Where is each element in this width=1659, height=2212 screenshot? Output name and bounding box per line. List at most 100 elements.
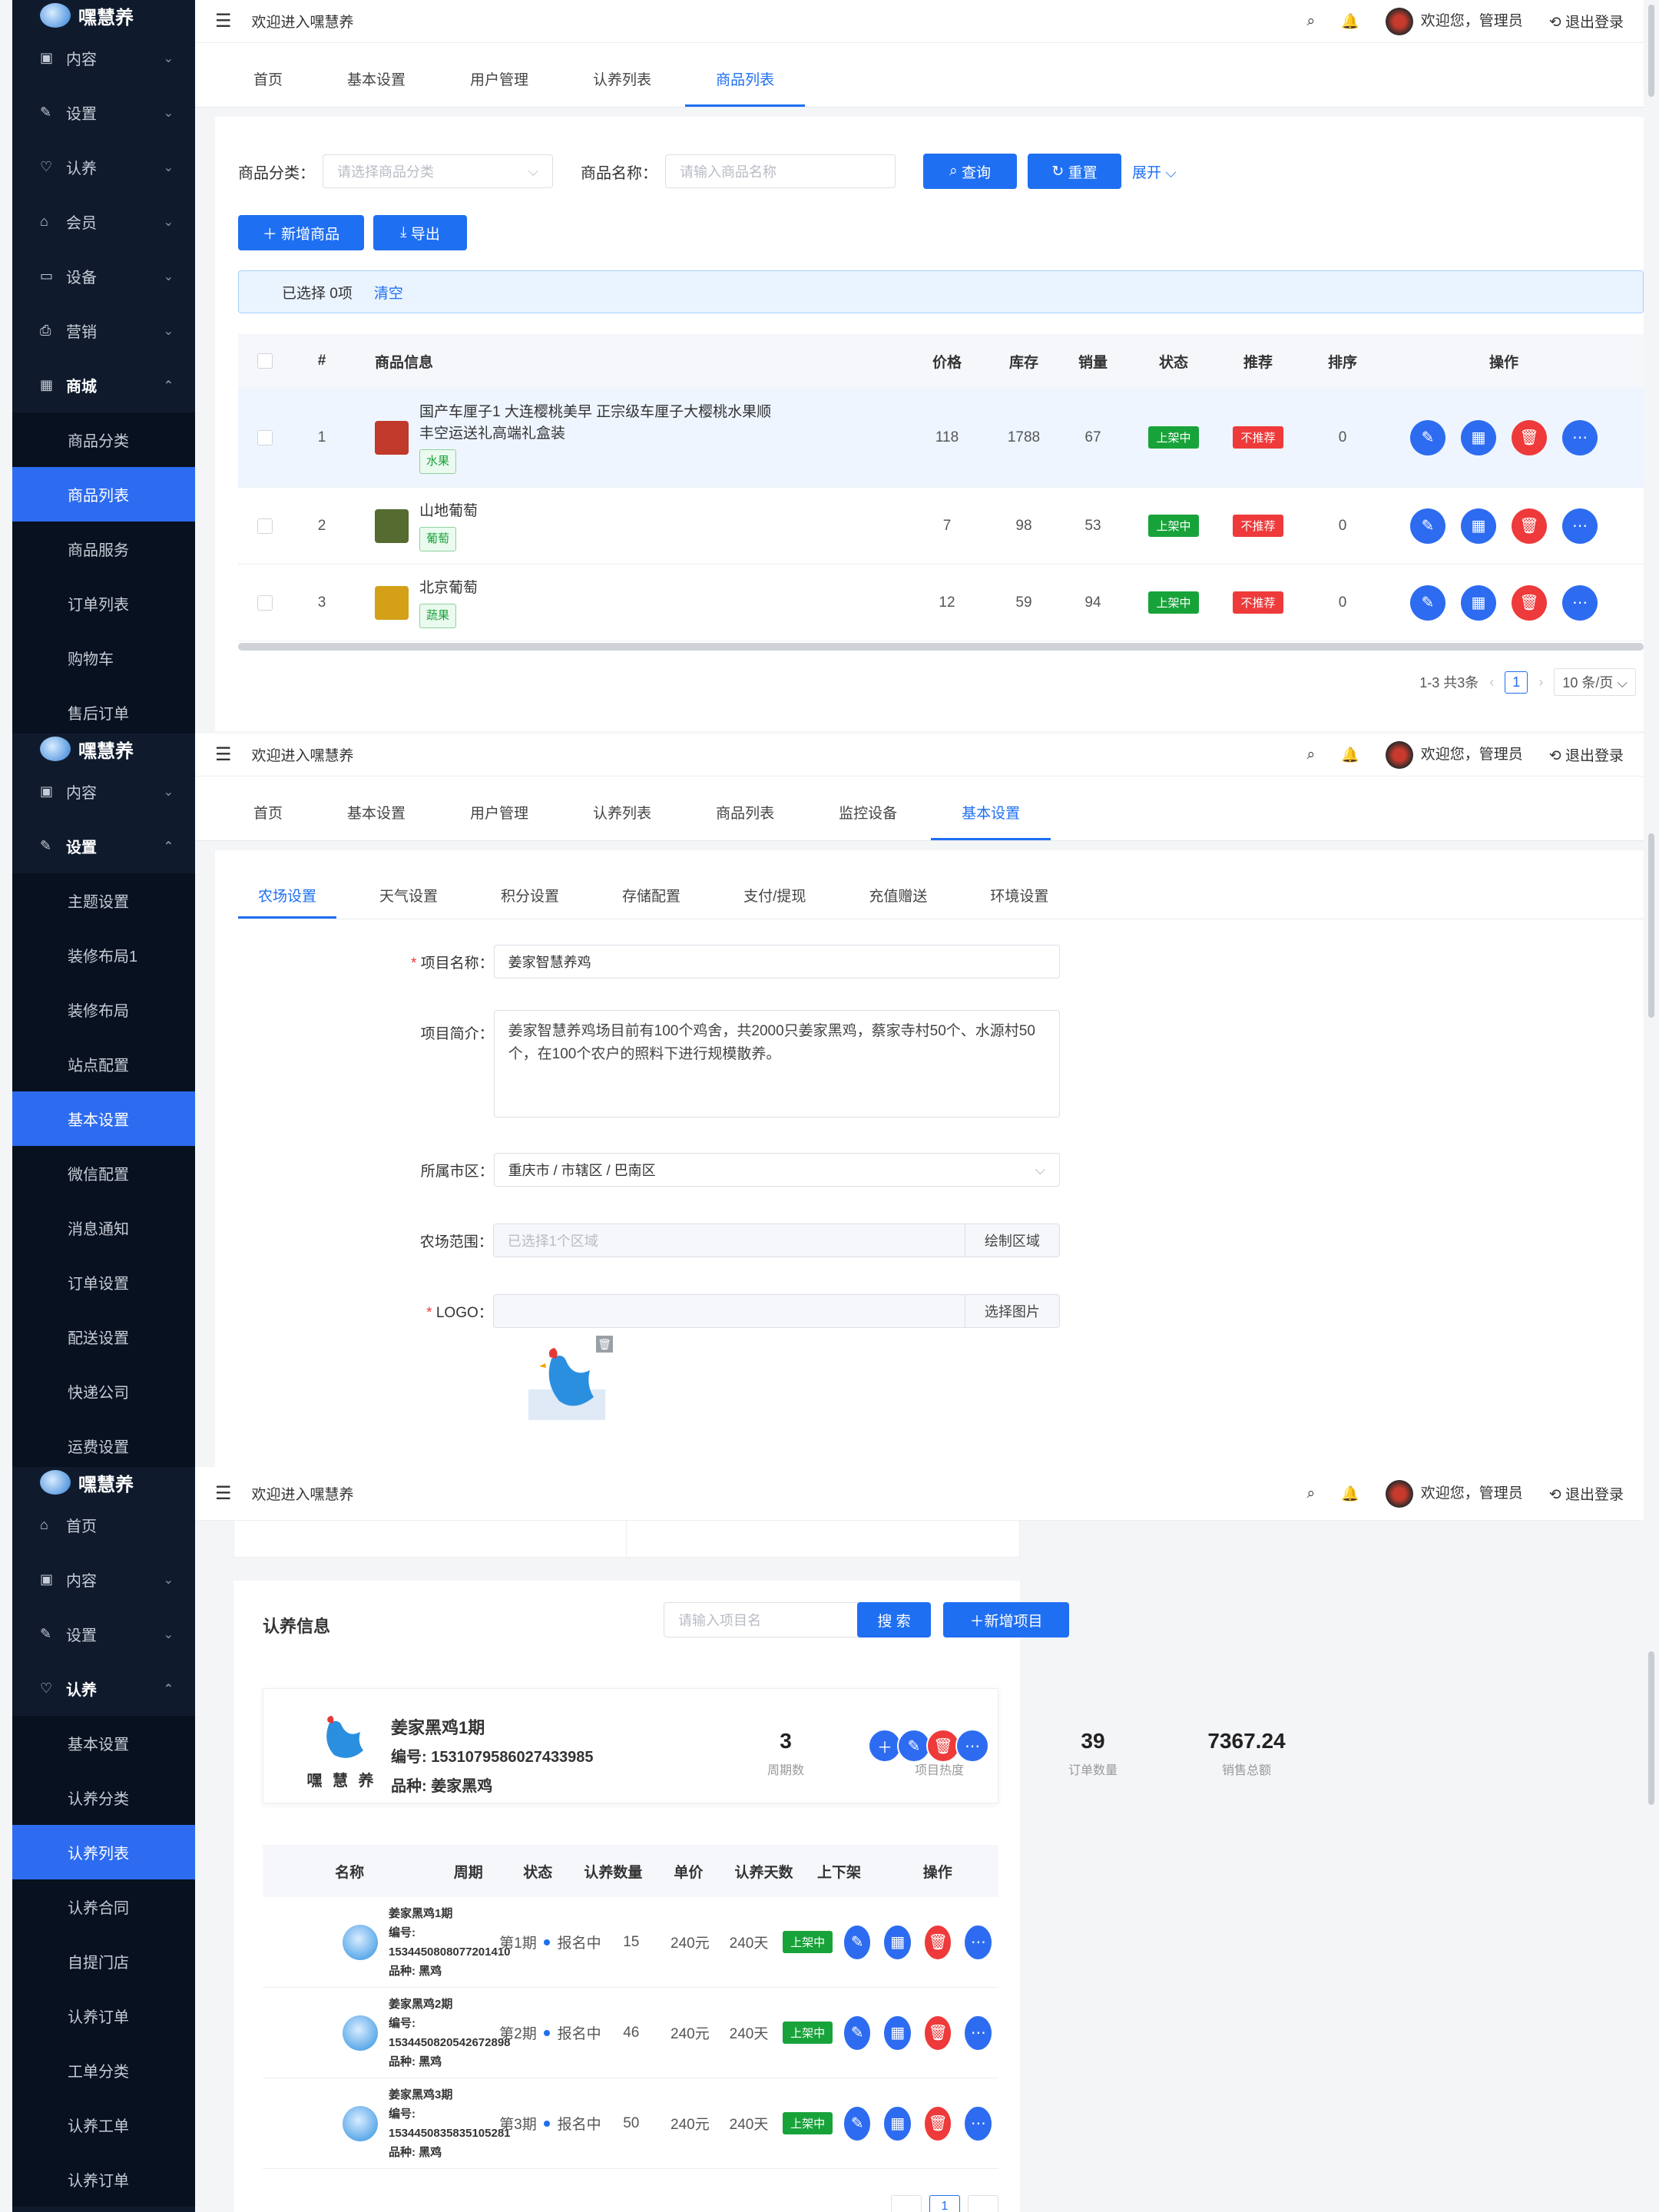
sidebar-item-home[interactable]: ⌂ 首页 bbox=[12, 1498, 195, 1552]
shelf-badge[interactable]: 上架中 bbox=[783, 1931, 833, 1953]
page-scrollbar[interactable] bbox=[1648, 833, 1654, 1018]
sidebar-item-image[interactable]: ▣ 内容 ⌄ bbox=[12, 1552, 195, 1607]
edit-button[interactable]: ✎ bbox=[1410, 508, 1445, 544]
delete-button[interactable]: 🗑 bbox=[924, 2015, 952, 2050]
sidebar-subitem[interactable]: 购物车 bbox=[12, 631, 195, 685]
project-search-input[interactable]: 请输入项目名 bbox=[664, 1602, 869, 1637]
qr-code-button[interactable]: ▦ bbox=[1461, 508, 1496, 544]
category-select[interactable]: 请选择商品分类 ⌵ bbox=[323, 154, 553, 188]
row-checkbox[interactable] bbox=[257, 518, 273, 534]
row-checkbox[interactable] bbox=[257, 594, 273, 611]
export-button[interactable]: ⤓ 导出 bbox=[373, 215, 467, 250]
delete-button[interactable]: 🗑 bbox=[1512, 419, 1547, 455]
table-row[interactable]: 姜家黑鸡1期 编号: 1534450808077201410 品种: 黑鸡 第1期 报名… bbox=[263, 1897, 998, 1988]
more-button[interactable]: ⋯ bbox=[1562, 508, 1598, 544]
tab-item[interactable]: 基本设置 bbox=[316, 68, 436, 107]
sidebar-subitem[interactable]: 商品分类 bbox=[12, 412, 195, 467]
sidebar-item-store[interactable]: ▦ 商城 ⌃ bbox=[12, 358, 195, 412]
region-select[interactable]: 重庆市 / 市辖区 / 巴南区 ⌵ bbox=[493, 1153, 1060, 1187]
sidebar-subitem[interactable]: 微信配置 bbox=[12, 1146, 195, 1200]
sidebar-subitem[interactable]: 工单分类 bbox=[12, 2043, 195, 2098]
edit-button[interactable]: ✎ bbox=[843, 2015, 871, 2050]
qr-code-button[interactable]: ▦ bbox=[884, 2015, 911, 2050]
sidebar-subitem[interactable]: 认养合同 bbox=[12, 1879, 195, 1934]
table-row[interactable]: 2 山地葡萄 葡萄 7 98 53 上架中 不推荐 0 ✎ ▦ 🗑 ⋯ bbox=[238, 488, 1644, 565]
sidebar-subitem[interactable]: 运费设置 bbox=[12, 1419, 195, 1467]
sidebar-item-member[interactable]: ⌂ 会员 ⌄ bbox=[12, 194, 195, 249]
settings-subtab[interactable]: 支付/提现 bbox=[724, 885, 826, 919]
sidebar-subitem[interactable]: 认养工单 bbox=[12, 2098, 195, 2152]
recommend-badge[interactable]: 不推荐 bbox=[1233, 515, 1283, 537]
select-all-checkbox[interactable] bbox=[257, 353, 273, 369]
tab-item[interactable]: 监控设备 bbox=[808, 802, 928, 840]
sidebar-subitem[interactable]: 主题设置 bbox=[12, 873, 195, 928]
tab-item[interactable]: 认养列表 bbox=[562, 68, 682, 107]
sidebar-item-device[interactable]: ▭ 设备 ⌄ bbox=[12, 249, 195, 303]
tab-item[interactable]: 首页 bbox=[223, 68, 313, 107]
qr-code-button[interactable]: ▦ bbox=[1461, 584, 1496, 621]
row-checkbox[interactable] bbox=[257, 429, 273, 445]
product-name[interactable]: 国产车厘子1 大连樱桃美早 正宗级车厘子大樱桃水果顺丰空运送礼高端礼盒装 bbox=[419, 402, 780, 445]
sidebar-subitem[interactable]: 配送设置 bbox=[12, 1310, 195, 1364]
product-name[interactable]: 北京葡萄 bbox=[419, 578, 478, 599]
page-scrollbar[interactable] bbox=[1648, 1651, 1654, 1805]
menu-toggle-icon[interactable]: ☰ bbox=[215, 10, 232, 32]
settings-subtab[interactable]: 存储配置 bbox=[602, 885, 700, 919]
edit-button[interactable]: ✎ bbox=[843, 1925, 871, 1959]
prev-page-icon[interactable]: ‹ bbox=[1489, 674, 1494, 690]
shelf-badge[interactable]: 上架中 bbox=[783, 2022, 833, 2044]
tab-item[interactable]: 认养列表 bbox=[562, 802, 682, 840]
sidebar-item-settings[interactable]: ✎ 设置 ⌄ bbox=[12, 85, 195, 140]
sidebar-subitem[interactable]: 商品列表 bbox=[12, 467, 195, 522]
logout-button[interactable]: ⟲ 退出登录 bbox=[1549, 11, 1624, 31]
delete-button[interactable]: 🗑 bbox=[924, 1925, 952, 1959]
reset-button[interactable]: ↻ 重置 bbox=[1028, 154, 1121, 189]
table-row[interactable]: 姜家黑鸡3期 编号: 1534450835835105281 品种: 黑鸡 第3期 报名… bbox=[263, 2078, 998, 2169]
project-name-input[interactable]: 姜家智慧养鸡 bbox=[493, 945, 1060, 979]
sidebar-item-settings[interactable]: ✎ 设置 ⌃ bbox=[12, 819, 195, 873]
table-horizontal-scrollbar[interactable] bbox=[238, 643, 1644, 651]
user-menu[interactable]: 欢迎您，管理员 bbox=[1385, 7, 1523, 35]
add-project-button[interactable]: ＋ 新增项目 bbox=[943, 1602, 1069, 1637]
more-button[interactable]: ⋯ bbox=[955, 1729, 989, 1763]
logout-button[interactable]: ⟲ 退出登录 bbox=[1549, 1483, 1624, 1504]
sidebar-subitem[interactable]: 认养列表 bbox=[12, 1825, 195, 1879]
sidebar-item-heart[interactable]: ♡ 认养 ⌄ bbox=[12, 140, 195, 194]
edit-button[interactable]: ✎ bbox=[1410, 419, 1445, 455]
settings-subtab[interactable]: 环境设置 bbox=[970, 885, 1068, 919]
sidebar-item-image[interactable]: ▣ 内容 ⌄ bbox=[12, 31, 195, 85]
menu-toggle-icon[interactable]: ☰ bbox=[215, 743, 232, 766]
sidebar-subitem[interactable]: 商品服务 bbox=[12, 522, 195, 576]
sidebar-subitem[interactable]: 售后订单 bbox=[12, 685, 195, 733]
tab-item[interactable]: 商品列表 bbox=[685, 68, 806, 107]
draw-area-button[interactable]: 绘制区域 bbox=[965, 1224, 1060, 1257]
tab-item[interactable]: 商品列表 bbox=[685, 802, 805, 840]
sidebar-subitem[interactable]: 订单设置 bbox=[12, 1255, 195, 1310]
settings-subtab[interactable]: 积分设置 bbox=[481, 885, 579, 919]
table-row[interactable]: 姜家黑鸡2期 编号: 1534450820542672898 品种: 黑鸡 第2期 报名… bbox=[263, 1988, 998, 2078]
search-icon[interactable]: ⌕ bbox=[1306, 13, 1315, 30]
menu-toggle-icon[interactable]: ☰ bbox=[215, 1482, 232, 1505]
sidebar-subitem[interactable]: 装修布局1 bbox=[12, 928, 195, 982]
edit-button[interactable]: ✎ bbox=[843, 2106, 871, 2141]
settings-subtab[interactable]: 天气设置 bbox=[359, 885, 458, 919]
product-name-input[interactable]: 请输入商品名称 bbox=[665, 154, 896, 188]
status-badge[interactable]: 上架中 bbox=[1148, 426, 1199, 449]
next-page-icon[interactable]: › bbox=[1538, 674, 1543, 690]
sidebar-subitem[interactable]: 快递公司 bbox=[12, 1364, 195, 1419]
tab-item[interactable]: 首页 bbox=[223, 802, 313, 840]
expand-link[interactable]: 展开 ⌵ bbox=[1132, 161, 1177, 182]
bell-icon[interactable]: 🔔 bbox=[1341, 746, 1359, 764]
choose-image-button[interactable]: 选择图片 bbox=[965, 1294, 1060, 1328]
more-button[interactable]: ⋯ bbox=[965, 1925, 992, 1959]
sidebar-subitem[interactable]: 基本设置 bbox=[12, 1091, 195, 1146]
sidebar-item-marketing[interactable]: ⎙ 营销 ⌄ bbox=[12, 303, 195, 358]
status-badge[interactable]: 上架中 bbox=[1148, 591, 1199, 614]
shelf-badge[interactable]: 上架中 bbox=[783, 2112, 833, 2134]
tab-item[interactable]: 基本设置 bbox=[316, 802, 436, 840]
page-number[interactable]: 1 bbox=[929, 2195, 960, 2212]
user-menu[interactable]: 欢迎您，管理员 bbox=[1385, 740, 1523, 769]
delete-button[interactable]: 🗑 bbox=[1512, 584, 1547, 621]
search-button[interactable]: 搜 索 bbox=[857, 1602, 931, 1637]
qr-code-button[interactable]: ▦ bbox=[884, 1925, 911, 1959]
